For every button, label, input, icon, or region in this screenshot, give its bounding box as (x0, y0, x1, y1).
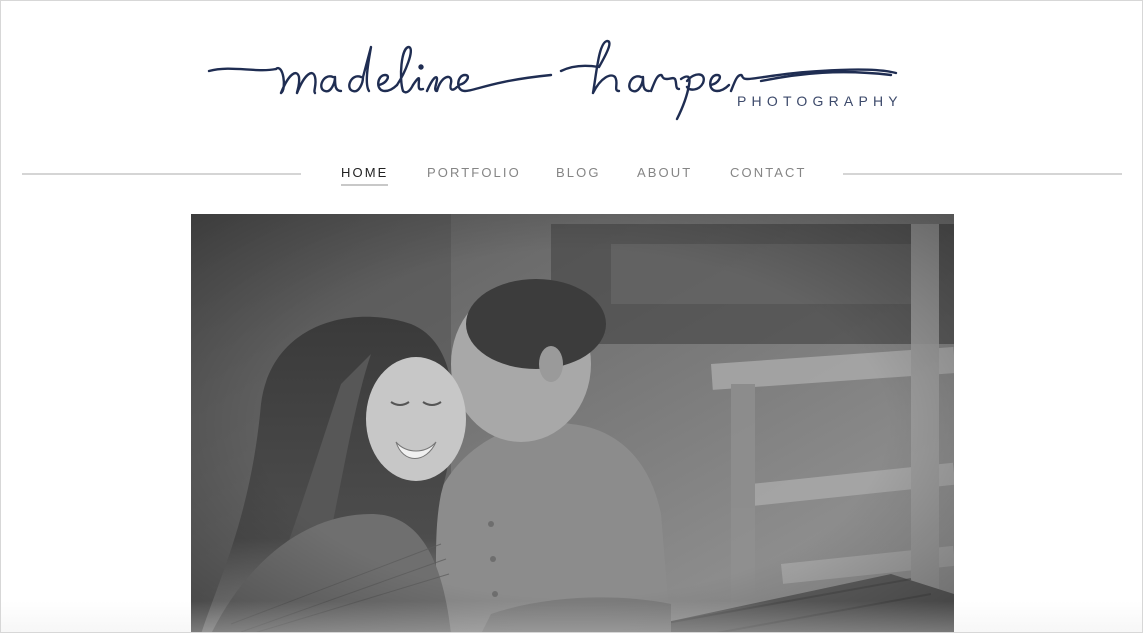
nav-divider-right (843, 173, 1122, 175)
nav-about[interactable]: ABOUT (637, 165, 692, 184)
nav-home[interactable]: HOME (341, 165, 389, 186)
nav-contact[interactable]: CONTACT (730, 165, 807, 184)
hero-photo (191, 214, 954, 632)
logo-script-signature (207, 39, 898, 121)
logo-subtitle: PHOTOGRAPHY (737, 93, 903, 109)
page-frame: PHOTOGRAPHY HOME PORTFOLIO BLOG ABOUT CO… (0, 0, 1143, 633)
site-logo[interactable] (201, 29, 946, 124)
couple-photo-image (191, 214, 954, 632)
nav-divider-left (22, 173, 301, 175)
nav-portfolio[interactable]: PORTFOLIO (427, 165, 521, 184)
nav-blog[interactable]: BLOG (556, 165, 601, 184)
